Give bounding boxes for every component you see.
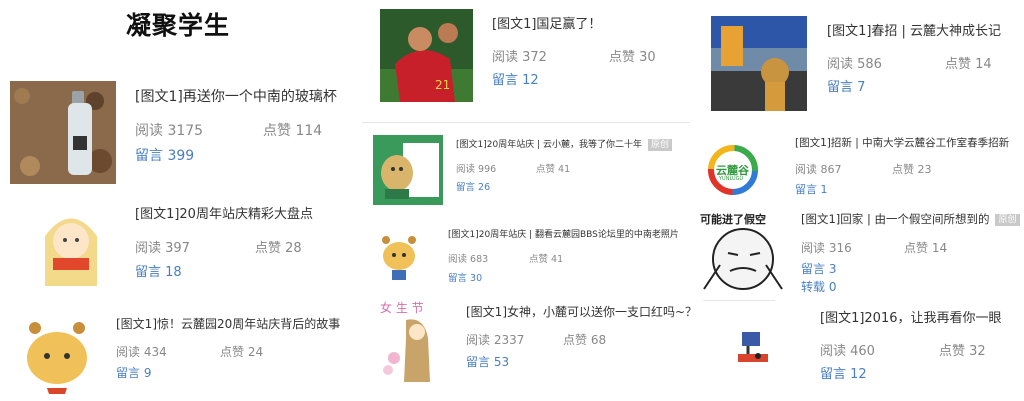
read-count: 阅读 2337 (466, 333, 525, 347)
glass-bottle-image (10, 81, 116, 184)
like-count: 点赞 114 (263, 123, 323, 139)
comment-link[interactable]: 留言 1 (795, 181, 1009, 197)
original-badge: 原创 (995, 213, 1020, 226)
read-count: 阅读 996 (456, 163, 497, 175)
read-count: 阅读 460 (820, 344, 875, 359)
article-title[interactable]: [图文1]女神，小麓可以送你一支口红吗~？ (466, 303, 697, 320)
like-count: 点赞 24 (220, 345, 264, 359)
like-count: 点赞 68 (563, 333, 607, 347)
comment-link[interactable]: 留言 18 (135, 261, 335, 280)
giraffe-small-image (372, 228, 426, 282)
read-count: 阅读 316 (801, 241, 852, 255)
article-title[interactable]: [图文1]招新 | 中南大学云麓谷工作室春季招新 (795, 135, 1009, 150)
comment-link[interactable]: 留言 12 (820, 363, 1020, 382)
article-thumbnail[interactable] (734, 326, 772, 368)
article-thumbnail[interactable]: 女 生 节 (376, 298, 450, 382)
article-title[interactable]: [图文1]20周年站庆 | 云小麓，我等了你二十年 原创 (456, 137, 672, 151)
recruitment-booth-image (711, 16, 807, 111)
giraffe-girl-image (35, 196, 107, 294)
repost-count[interactable]: 转载 0 (801, 278, 1020, 295)
read-count: 阅读 683 (448, 254, 489, 265)
read-count: 阅读 3175 (135, 123, 204, 139)
article-title[interactable]: [图文1]春招 | 云麓大神成长记 (827, 20, 1024, 39)
comment-link[interactable]: 留言 3 (801, 260, 1020, 277)
like-count: 点赞 30 (609, 50, 656, 65)
divider (703, 300, 775, 301)
article-thumbnail[interactable] (373, 135, 443, 205)
comment-link[interactable]: 留言 399 (135, 145, 337, 165)
like-count: 点赞 14 (904, 241, 948, 255)
comment-link[interactable]: 留言 7 (827, 76, 1024, 95)
comment-link[interactable]: 留言 53 (466, 353, 697, 370)
like-count: 点赞 32 (939, 344, 986, 359)
like-count: 点赞 41 (536, 163, 571, 175)
read-count: 阅读 372 (492, 50, 547, 65)
article-thumbnail[interactable] (35, 196, 107, 294)
article-thumbnail[interactable]: 可能进了假空 (700, 211, 786, 291)
giraffe-mascot-image (15, 310, 99, 394)
like-count: 点赞 14 (945, 57, 992, 72)
like-count: 点赞 28 (255, 241, 302, 256)
article-title[interactable]: [图文1]2016，让我再看你一眼 (820, 307, 1020, 326)
like-count: 点赞 23 (892, 163, 932, 176)
article-title[interactable]: [图文1]惊！云麓园20周年站庆背后的故事 (116, 315, 340, 332)
svg-text:女 生 节: 女 生 节 (380, 300, 424, 315)
comment-link[interactable]: 留言 30 (448, 270, 679, 284)
comment-link[interactable]: 留言 9 (116, 364, 340, 381)
comment-link[interactable]: 留言 26 (456, 179, 672, 193)
article-title[interactable]: [图文1]20周年站庆 | 翻看云麓园BBS论坛里的中南老照片 (448, 227, 679, 240)
article-title[interactable]: [图文1]20周年站庆精彩大盘点 (135, 203, 335, 222)
article-title[interactable]: [图文1]回家 | 由一个假空间所想到的 原创 (801, 211, 1020, 227)
article-thumbnail[interactable] (15, 310, 99, 394)
read-count: 阅读 397 (135, 241, 190, 256)
lipstick-girl-image: 女 生 节 (376, 298, 450, 382)
mascot-green-image (373, 135, 443, 205)
article-thumbnail[interactable] (10, 81, 116, 184)
read-count: 阅读 586 (827, 57, 882, 72)
section-title: 凝聚学生 (126, 11, 231, 40)
original-badge: 原创 (647, 138, 672, 151)
article-thumbnail[interactable] (711, 16, 807, 111)
article-thumbnail[interactable] (372, 228, 426, 282)
read-count: 阅读 434 (116, 345, 167, 359)
projector-image (734, 326, 772, 368)
article-thumbnail[interactable]: 云麓谷 YUNLUGU (706, 143, 761, 198)
logo-subtext: YUNLUGU (719, 176, 744, 182)
read-count: 阅读 867 (795, 163, 842, 176)
like-count: 点赞 41 (529, 254, 564, 265)
divider (362, 122, 690, 123)
football-players-image: 21 (380, 9, 473, 102)
meme-face-image (703, 228, 783, 290)
article-title[interactable]: [图文1]再送你一个中南的玻璃杯 (135, 86, 337, 106)
comment-link[interactable]: 留言 12 (492, 69, 692, 88)
svg-text:21: 21 (435, 78, 450, 92)
article-title[interactable]: [图文1]国足赢了！ (492, 13, 692, 32)
article-thumbnail[interactable]: 21 (380, 9, 473, 102)
